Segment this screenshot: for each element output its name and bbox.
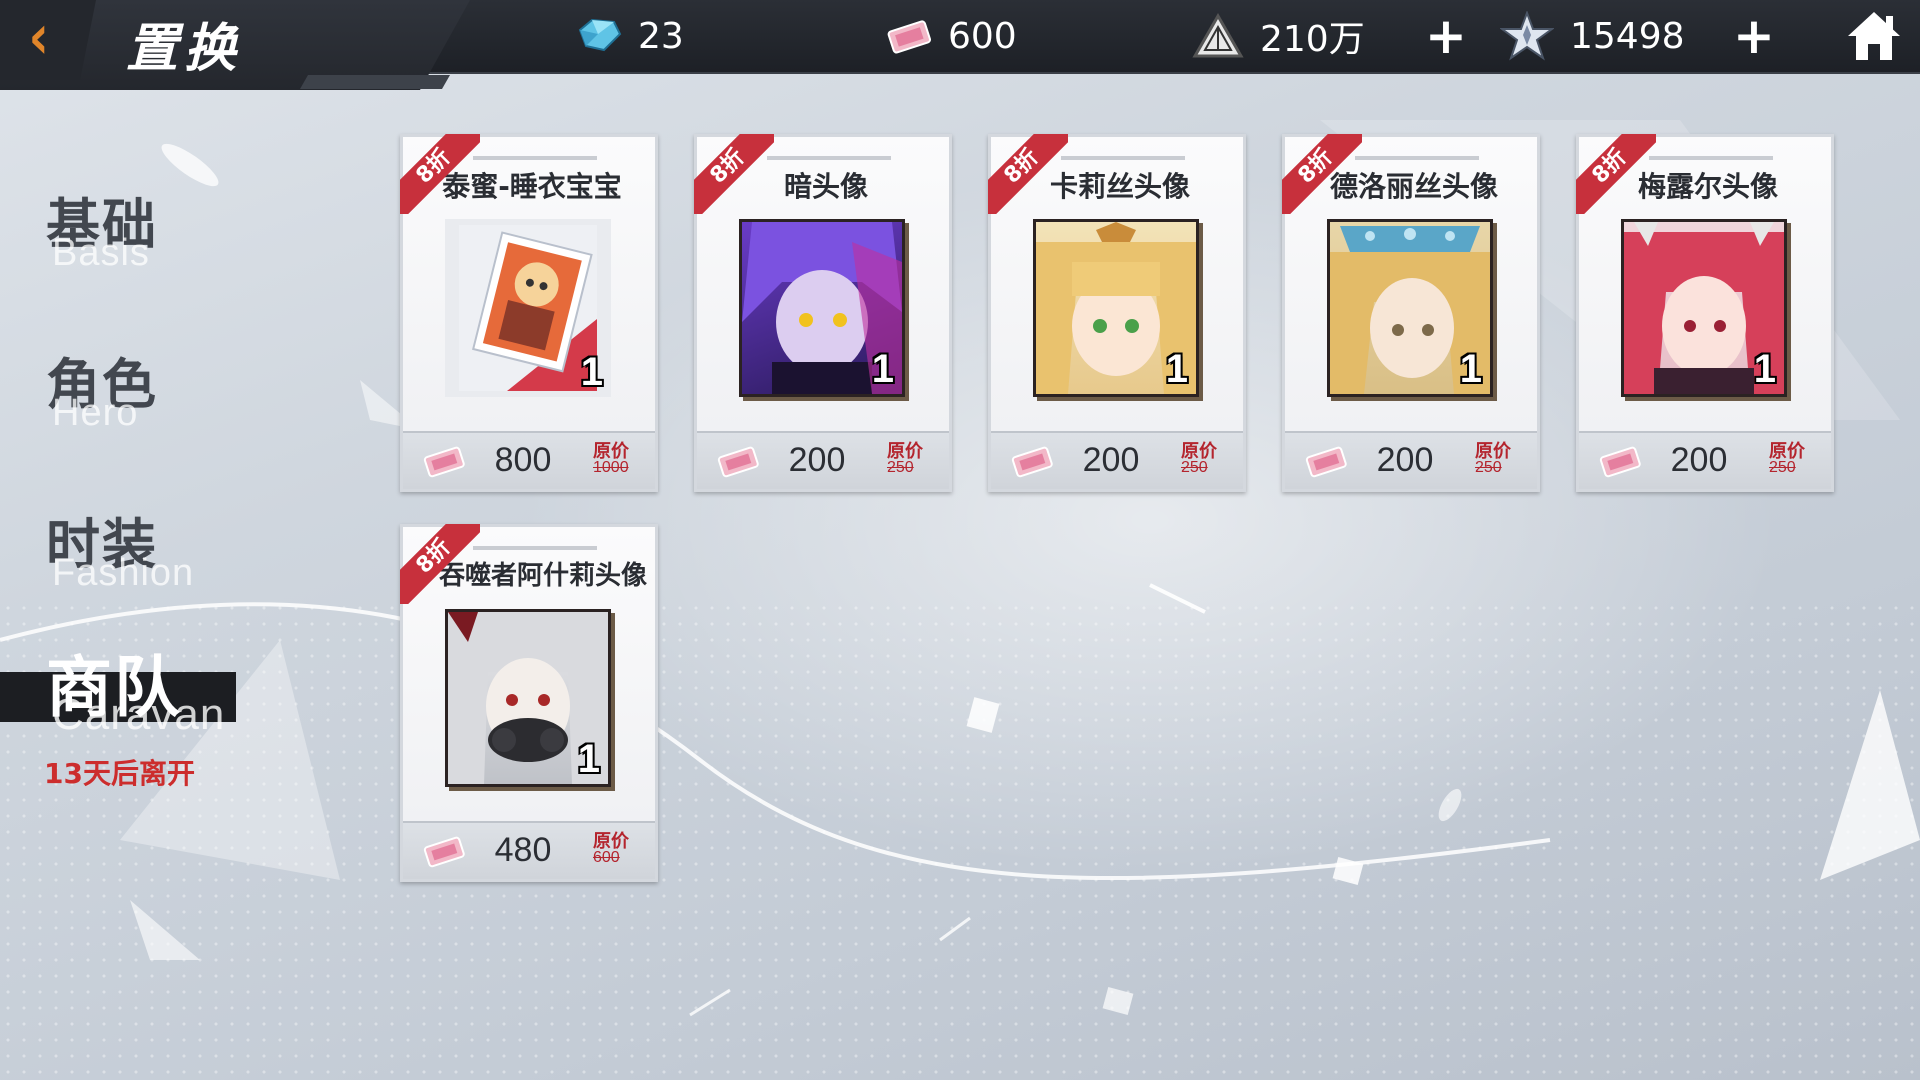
ticket-icon xyxy=(1305,446,1347,478)
discount-label: 8折 xyxy=(988,134,1068,214)
shop-item-price: 200 xyxy=(1082,441,1140,479)
shop-item-card[interactable]: 暗头像 1 200 原价 250 8折 xyxy=(694,134,952,492)
ticket-icon xyxy=(423,446,465,478)
currency-star-value: 15498 xyxy=(1570,15,1685,57)
nav-item-fashion-en: Fashion xyxy=(52,552,195,594)
shop-item-card[interactable]: 泰蜜-睡衣宝宝 1 800 原价 1000 8折 xyxy=(400,134,658,492)
nav-item-hero[interactable]: 角色 Hero xyxy=(0,340,300,440)
price-bar: 200 原价 250 xyxy=(991,431,1243,489)
shop-item-quantity: 1 xyxy=(577,737,600,781)
shop-item-image: 1 xyxy=(1621,219,1787,397)
add-emblem-button[interactable]: + xyxy=(1424,11,1468,61)
nav-item-caravan-en: Caravan xyxy=(52,690,226,739)
original-price: 250 xyxy=(887,459,914,476)
star-emblem-icon xyxy=(1500,11,1554,61)
ticket-icon xyxy=(887,20,931,54)
original-price: 250 xyxy=(1181,459,1208,476)
shop-item-price: 200 xyxy=(1670,441,1728,479)
currency-emblem-value: 210万 xyxy=(1260,19,1365,60)
price-bar: 480 原价 600 xyxy=(403,821,655,879)
shop-item-image: 1 xyxy=(1033,219,1199,397)
shop-item-price: 800 xyxy=(494,441,552,479)
price-bar: 200 原价 250 xyxy=(1579,431,1831,489)
nav-item-hero-en: Hero xyxy=(52,392,139,434)
shop-item-quantity: 1 xyxy=(871,347,894,391)
shop-item-image: 1 xyxy=(445,219,611,397)
shop-item-price: 200 xyxy=(1376,441,1434,479)
shop-item-quantity: 1 xyxy=(580,350,603,394)
card-topline xyxy=(1355,156,1479,160)
price-bar: 200 原价 250 xyxy=(1285,431,1537,489)
back-button[interactable]: ‹ xyxy=(0,0,96,80)
shop-item-image: 1 xyxy=(1327,219,1493,397)
ticket-icon xyxy=(1599,446,1641,478)
home-icon xyxy=(1848,12,1900,60)
nav-item-basis[interactable]: 基础 Basis xyxy=(0,180,300,280)
currency-crystal: 23 xyxy=(574,12,684,60)
back-arrow-icon: ‹ xyxy=(28,0,50,73)
shop-item-price: 200 xyxy=(788,441,846,479)
shop-item-price: 480 xyxy=(494,831,552,869)
triangle-emblem-icon xyxy=(1192,13,1244,58)
shop-item-card[interactable]: 梅露尔头像 1 200 原价 250 8折 xyxy=(1576,134,1834,492)
nav-item-basis-en: Basis xyxy=(52,232,150,274)
discount-ribbon: 8折 xyxy=(694,134,774,214)
price-bar: 200 原价 250 xyxy=(697,431,949,489)
shop-item-card[interactable]: 吞噬者阿什莉头像 1 480 原价 600 8折 xyxy=(400,524,658,882)
original-price: 250 xyxy=(1475,459,1502,476)
card-topline xyxy=(1649,156,1773,160)
discount-label: 8折 xyxy=(400,134,480,214)
discount-label: 8折 xyxy=(1576,134,1656,214)
discount-ribbon: 8折 xyxy=(988,134,1068,214)
shop-item-quantity: 1 xyxy=(1753,347,1776,391)
ticket-icon xyxy=(717,446,759,478)
currency-ticket-value: 600 xyxy=(948,15,1017,57)
discount-ribbon: 8折 xyxy=(400,524,480,604)
discount-ribbon: 8折 xyxy=(400,134,480,214)
original-price: 1000 xyxy=(593,459,629,476)
card-topline xyxy=(473,546,597,550)
discount-label: 8折 xyxy=(400,524,480,604)
discount-label: 8折 xyxy=(694,134,774,214)
shop-item-card[interactable]: 德洛丽丝头像 1 200 原价 250 8折 xyxy=(1282,134,1540,492)
currency-ticket: 600 xyxy=(886,12,1017,60)
card-topline xyxy=(767,156,891,160)
shop-item-card[interactable]: 卡莉丝头像 1 200 原价 250 8折 xyxy=(988,134,1246,492)
currency-crystal-value: 23 xyxy=(638,15,684,57)
card-topline xyxy=(473,156,597,160)
nav-item-caravan[interactable]: 商队 Caravan xyxy=(0,634,300,744)
shop-item-quantity: 1 xyxy=(1459,347,1482,391)
nav-item-fashion[interactable]: 时装 Fashion xyxy=(0,500,300,600)
currency-emblem: 210万 xyxy=(1192,12,1365,60)
shop-item-quantity: 1 xyxy=(1165,347,1188,391)
price-bar: 800 原价 1000 xyxy=(403,431,655,489)
ticket-icon xyxy=(1011,446,1053,478)
card-topline xyxy=(1061,156,1185,160)
shop-item-image: 1 xyxy=(739,219,905,397)
crystal-icon xyxy=(578,18,622,52)
discount-label: 8折 xyxy=(1282,134,1362,214)
add-star-button[interactable]: + xyxy=(1732,11,1776,61)
ticket-icon xyxy=(423,836,465,868)
original-price: 250 xyxy=(1769,459,1796,476)
shop-item-image: 1 xyxy=(445,609,611,787)
discount-ribbon: 8折 xyxy=(1282,134,1362,214)
original-price: 600 xyxy=(593,849,620,866)
caravan-leave-notice: 13天后离开 xyxy=(44,757,195,790)
page-title: 置换 xyxy=(126,18,243,79)
currency-star: 15498 xyxy=(1500,11,1685,61)
title-accent xyxy=(300,75,450,89)
discount-ribbon: 8折 xyxy=(1576,134,1656,214)
home-button[interactable] xyxy=(1846,10,1902,62)
